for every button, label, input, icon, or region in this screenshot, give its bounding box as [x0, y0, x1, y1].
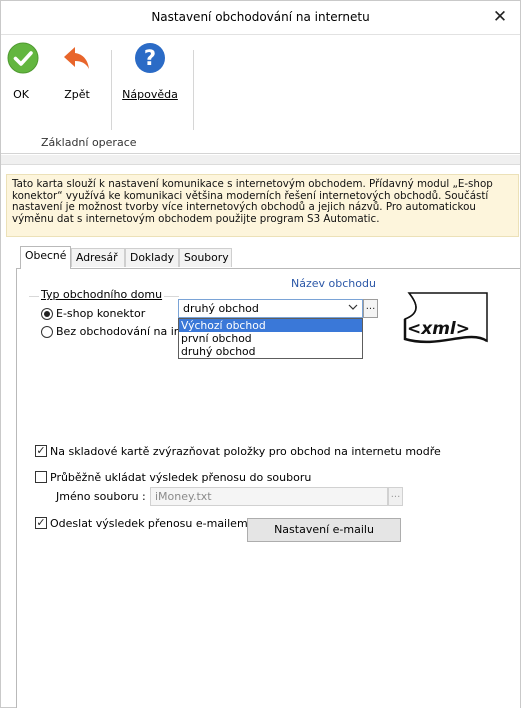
tab-general[interactable]: Obecné: [20, 246, 71, 269]
chevron-down-icon[interactable]: [348, 301, 358, 316]
info-box: Tato karta slouží k nastavení komunikace…: [6, 174, 519, 237]
eshop-connector-label: E-shop konektor: [56, 307, 146, 320]
ribbon-separator: [111, 50, 112, 130]
xml-logo-text: <xml>: [407, 319, 470, 339]
file-name-label: Jméno souboru :: [56, 490, 146, 503]
dialog-window: Nastavení obchodování na internetu ✕ OK …: [0, 0, 521, 708]
ribbon-group-label: Základní operace: [41, 136, 137, 149]
help-icon: ?: [134, 42, 166, 74]
file-name-browse-button[interactable]: ...: [388, 487, 403, 506]
back-label: Zpět: [64, 88, 90, 101]
ribbon: OK Zpět ? Nápověda Základní operace: [1, 36, 520, 154]
close-icon[interactable]: ✕: [486, 4, 514, 30]
back-arrow-icon: [61, 42, 93, 74]
highlight-items-checkbox[interactable]: ✓: [35, 445, 47, 457]
help-label: Nápověda: [122, 88, 178, 101]
xml-logo: <xml>: [399, 289, 492, 349]
dropdown-option[interactable]: druhý obchod: [179, 345, 362, 358]
separator-band: [1, 155, 520, 165]
send-email-label: Odeslat výsledek přenosu e-mailem: [50, 517, 248, 530]
tab-addresses[interactable]: Adresář: [71, 248, 125, 267]
window-title: Nastavení obchodování na internetu: [151, 10, 370, 24]
title-bar: Nastavení obchodování na internetu ✕: [1, 1, 520, 35]
shop-name-select[interactable]: druhý obchod: [178, 299, 363, 318]
tab-documents[interactable]: Doklady: [125, 248, 179, 267]
back-button[interactable]: Zpět: [61, 42, 93, 101]
no-internet-trading-label: Bez obchodování na inte: [56, 325, 192, 338]
tab-files[interactable]: Soubory: [179, 248, 232, 267]
email-settings-button[interactable]: Nastavení e-mailu: [247, 518, 401, 542]
no-internet-trading-radio[interactable]: [41, 326, 53, 338]
ok-label: OK: [13, 88, 29, 101]
ok-check-icon: [7, 42, 39, 74]
send-email-checkbox[interactable]: ✓: [35, 517, 47, 529]
ribbon-separator-right: [193, 50, 194, 130]
highlight-items-label: Na skladové kartě zvýrazňovat položky pr…: [50, 445, 441, 458]
help-button[interactable]: ? Nápověda: [119, 42, 181, 101]
dropdown-option[interactable]: první obchod: [179, 332, 362, 345]
svg-text:?: ?: [144, 46, 156, 70]
shop-name-more-button[interactable]: ...: [363, 299, 378, 318]
shop-name-label: Název obchodu: [291, 277, 376, 290]
shop-type-group-label: Typ obchodního domu: [39, 288, 165, 301]
file-name-field[interactable]: iMoney.txt: [150, 487, 388, 506]
ok-button[interactable]: OK: [7, 42, 39, 101]
shop-name-dropdown: Výchozí obchod první obchod druhý obchod: [178, 318, 363, 359]
save-to-file-checkbox[interactable]: [35, 471, 47, 483]
eshop-connector-radio[interactable]: [41, 308, 53, 320]
dropdown-option[interactable]: Výchozí obchod: [179, 319, 362, 332]
shop-name-select-value: druhý obchod: [183, 302, 259, 315]
save-to-file-label: Průběžně ukládat výsledek přenosu do sou…: [50, 471, 312, 484]
